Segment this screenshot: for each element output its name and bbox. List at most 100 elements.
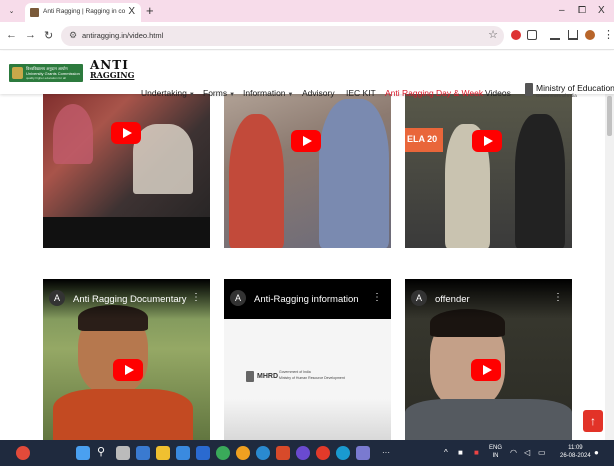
youtube-play-icon[interactable] (111, 122, 141, 144)
video-card[interactable]: A Anti Ragging Documentary ⋮ (43, 279, 210, 440)
forward-arrow-icon[interactable]: → (25, 29, 36, 41)
video-title[interactable]: Anti Ragging Documentary (73, 294, 187, 305)
national-emblem-icon (525, 83, 533, 96)
profile-avatar-icon[interactable] (585, 30, 595, 40)
file-explorer-icon[interactable] (156, 446, 170, 460)
more-apps-icon[interactable]: ··· (382, 448, 390, 457)
thumbnail-shirt (53, 389, 193, 440)
edge-icon[interactable] (256, 446, 270, 460)
video-card[interactable]: MHRD Government of India Ministry of Hum… (224, 279, 391, 440)
language-code: ENG (489, 445, 503, 451)
anti-ragging-logo[interactable]: ANTI RAGGING (90, 59, 135, 89)
wifi-icon[interactable]: ◠ (510, 448, 517, 457)
more-options-icon[interactable]: ⋮ (372, 292, 382, 303)
scrollbar-thumb[interactable] (607, 96, 612, 136)
minimize-button[interactable]: – (559, 5, 565, 16)
battery-icon[interactable]: ▭ (538, 448, 546, 457)
app-icon[interactable] (276, 446, 290, 460)
omnibox[interactable]: ⚙ antiragging.in/video.html ☆ (61, 26, 504, 46)
clock-date: 26-08-2024 (560, 452, 591, 459)
url-text[interactable]: antiragging.in/video.html (82, 31, 163, 40)
nav-undertaking[interactable]: Undertaking ▼ (141, 88, 195, 98)
video-header: A Anti Ragging Documentary ⋮ (43, 279, 210, 319)
channel-avatar[interactable]: A (230, 290, 246, 306)
caret-down-icon: ▼ (188, 92, 195, 98)
chrome-active-icon[interactable] (356, 446, 370, 460)
youtube-play-icon[interactable] (472, 130, 502, 152)
windows-taskbar: ⚲ ··· ^ ■ ■ ENG IN ◠ ◁ ▭ 11:09 26-08-2024 … (0, 440, 614, 466)
system-clock[interactable]: 11:09 26-08-2024 (560, 445, 591, 460)
channel-avatar[interactable]: A (411, 290, 427, 306)
video-title[interactable]: Anti-Ragging information (254, 294, 359, 305)
store-icon[interactable] (176, 446, 190, 460)
site-header: विश्वविद्यालय अनुदान आयोग University Gra… (0, 51, 614, 98)
close-window-button[interactable]: X (598, 5, 605, 16)
browser-tab-bar: ⌄ Anti Ragging | Ragging in colle X + – … (0, 0, 614, 22)
video-title[interactable]: offender (435, 294, 470, 305)
thumbnail-figure (319, 99, 389, 248)
nav-advisory[interactable]: Advisory (302, 88, 335, 98)
ugc-emblem-icon (12, 67, 23, 79)
extension-icon[interactable] (511, 30, 521, 40)
bookmark-star-icon[interactable]: ☆ (488, 28, 498, 41)
video-header: A Anti-Ragging information ⋮ (224, 279, 391, 319)
nav-iec-kit[interactable]: IEC KIT (346, 88, 376, 98)
notification-icon[interactable]: ● (594, 448, 599, 457)
ugc-logo[interactable]: विश्वविद्यालय अनुदान आयोग University Gra… (9, 64, 83, 82)
video-card[interactable]: A offender ⋮ (405, 279, 572, 440)
slide-line2: Ministry of Human Resource Development (279, 376, 345, 380)
download-icon[interactable] (568, 30, 578, 40)
tab-close-icon[interactable]: X (128, 6, 135, 17)
widgets-icon[interactable] (136, 446, 150, 460)
slide-line1: Government of India (279, 370, 311, 374)
app-icon[interactable] (296, 446, 310, 460)
language-indicator[interactable]: ENG IN (489, 444, 502, 460)
nav-information-label: Information (243, 88, 286, 98)
maximize-button[interactable]: ⧠ (578, 5, 586, 16)
volume-icon[interactable]: ◁ (524, 448, 530, 457)
back-arrow-icon[interactable]: ← (6, 29, 17, 41)
video-card[interactable]: ELA 20 (405, 94, 572, 248)
tray-antivirus-icon[interactable]: ■ (474, 448, 479, 457)
youtube-play-icon[interactable] (471, 359, 501, 381)
youtube-play-icon[interactable] (113, 359, 143, 381)
nav-undertaking-label: Undertaking (141, 88, 187, 98)
nav-anti-ragging-day[interactable]: Anti Ragging Day & Week (385, 88, 483, 98)
opera-icon[interactable] (316, 446, 330, 460)
thumbnail-bottom-bar (43, 217, 210, 248)
tab-search-dropdown[interactable]: ⌄ (6, 6, 17, 17)
video-card[interactable] (43, 94, 210, 248)
more-options-icon[interactable]: ⋮ (191, 292, 201, 303)
nav-videos[interactable]: Videos (485, 88, 511, 98)
app-icon[interactable] (336, 446, 350, 460)
chrome-icon[interactable] (236, 446, 250, 460)
tray-app-icon[interactable]: ■ (458, 448, 463, 457)
page-scrollbar[interactable] (605, 94, 614, 440)
video-grid: ELA 20 A Anti Ragging Documentary ⋮ MHRD… (0, 94, 605, 440)
search-icon[interactable]: ⚲ (97, 445, 105, 458)
nav-information[interactable]: Information ▼ (243, 88, 293, 98)
browser-tab-active[interactable]: Anti Ragging | Ragging in colle X (25, 3, 141, 22)
show-hidden-icons[interactable]: ^ (444, 448, 448, 457)
menu-dots-icon[interactable]: ⋮ (603, 28, 614, 41)
mail-icon[interactable] (196, 446, 210, 460)
windows-start-icon[interactable] (76, 446, 90, 460)
channel-avatar[interactable]: A (49, 290, 65, 306)
reading-list-icon[interactable] (550, 30, 560, 40)
whatsapp-icon[interactable] (216, 446, 230, 460)
thumbnail-shirt (405, 399, 572, 440)
caret-down-icon: ▼ (229, 92, 236, 98)
extensions-puzzle-icon[interactable] (527, 30, 537, 40)
reload-icon[interactable]: ↻ (44, 29, 53, 42)
weather-icon[interactable] (16, 446, 30, 460)
scroll-to-top-button[interactable]: ↑ (583, 410, 603, 432)
site-info-icon[interactable]: ⚙ (69, 30, 77, 41)
thumbnail-figure (515, 114, 565, 248)
task-view-icon[interactable] (116, 446, 130, 460)
logo-ragging: RAGGING (90, 70, 135, 80)
more-options-icon[interactable]: ⋮ (553, 292, 563, 303)
nav-forms[interactable]: Forms ▼ (203, 88, 235, 98)
youtube-play-icon[interactable] (291, 130, 321, 152)
video-card[interactable] (224, 94, 391, 248)
new-tab-button[interactable]: + (146, 3, 154, 18)
